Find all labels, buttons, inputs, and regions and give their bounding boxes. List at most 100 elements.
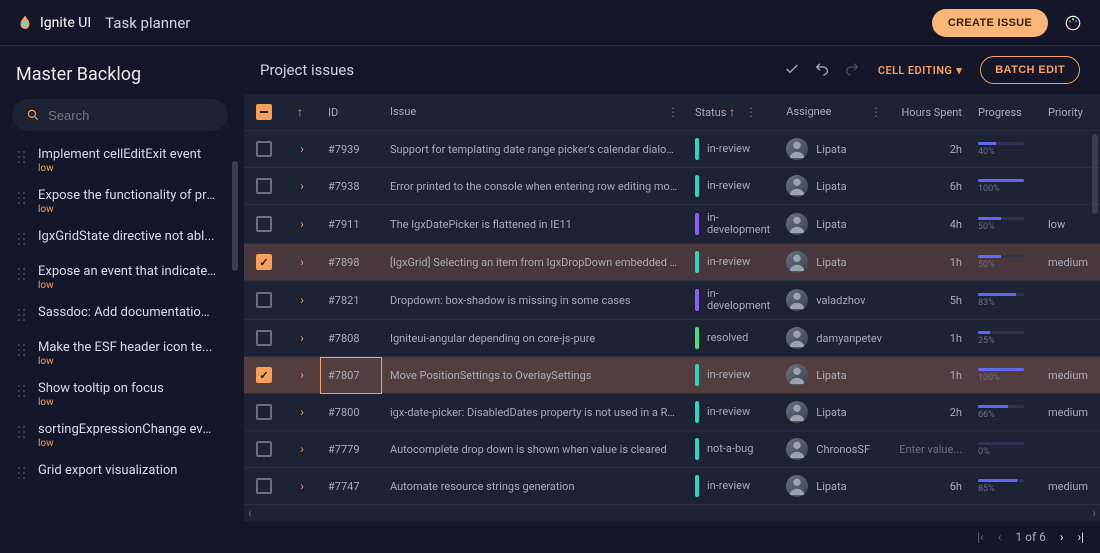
id-cell[interactable]: #7898 [320,244,382,281]
grid-scrollbar[interactable] [1092,134,1098,214]
status-cell[interactable]: resolved [695,327,770,349]
assignee-cell[interactable]: Lipata [786,364,882,386]
status-cell[interactable]: in-development [695,212,770,236]
table-row[interactable]: › #7911The IgxDatePicker is flattened in … [244,205,1100,244]
row-checkbox[interactable] [256,178,272,194]
priority-cell[interactable] [1040,320,1100,357]
backlog-item[interactable]: Expose an event that indicate...low [12,258,220,299]
undo-icon[interactable] [814,61,830,80]
expand-chevron-icon[interactable]: › [300,368,304,382]
priority-cell[interactable]: low [1040,205,1100,244]
table-row[interactable]: ›#7939Support for templating date range … [244,131,1100,168]
drag-handle-icon[interactable] [16,424,28,443]
issue-cell[interactable]: Igniteui-angular depending on core-js-pu… [382,320,687,357]
backlog-item[interactable]: sortingExpressionChange eve...low [12,416,220,457]
assignee-cell[interactable]: damyanpetev [786,327,882,349]
scroll-right-icon[interactable]: › [1092,506,1096,520]
issue-cell[interactable]: igx-date-picker: DisabledDates property … [382,394,687,431]
hours-cell[interactable]: 6h [890,168,970,205]
status-cell[interactable]: in-review [695,138,770,160]
drag-handle-icon[interactable] [16,342,28,361]
priority-cell[interactable] [1040,281,1100,320]
priority-cell[interactable]: medium [1040,244,1100,281]
expand-chevron-icon[interactable]: › [300,293,304,307]
id-cell[interactable]: #7821 [320,281,382,320]
backlog-item[interactable]: Grid export visualization [12,457,220,492]
id-cell[interactable]: #7747 [320,468,382,505]
hours-cell[interactable]: 1h [890,320,970,357]
priority-cell[interactable] [1040,431,1100,468]
status-cell[interactable]: not-a-bug [695,438,770,460]
priority-cell[interactable]: medium [1040,357,1100,394]
row-checkbox[interactable] [256,216,272,232]
row-checkbox[interactable] [256,141,272,157]
header-sort-indicator[interactable]: ↑ [284,94,320,131]
last-page-button[interactable]: ›| [1077,530,1084,544]
issue-cell[interactable]: The IgxDatePicker is flattened in IE11 [382,205,687,244]
assignee-cell[interactable]: valadzhov [786,289,882,311]
issue-cell[interactable]: Autocomplete drop down is shown when val… [382,431,687,468]
status-cell[interactable]: in-review [695,364,770,386]
backlog-item[interactable]: Implement cellEditExit eventlow [12,141,220,182]
id-cell[interactable]: #7938 [320,168,382,205]
expand-chevron-icon[interactable]: › [300,442,304,456]
id-cell[interactable]: #7800 [320,394,382,431]
table-row[interactable]: › #7800igx-date-picker: DisabledDates pro… [244,394,1100,431]
header-hours[interactable]: Hours Spent [890,94,970,131]
issue-cell[interactable]: Automate resource strings generation [382,468,687,505]
hours-cell[interactable]: 1h [890,244,970,281]
backlog-item[interactable]: Show tooltip on focuslow [12,375,220,416]
expand-chevron-icon[interactable]: › [300,142,304,156]
row-checkbox[interactable] [256,330,272,346]
status-cell[interactable]: in-review [695,475,770,497]
drag-handle-icon[interactable] [16,465,28,484]
id-cell[interactable]: #7911 [320,205,382,244]
id-cell[interactable]: #7779 [320,431,382,468]
issue-cell[interactable]: Move PositionSettings to OverlaySettings [382,357,687,394]
column-menu-icon[interactable]: ⋮ [745,105,757,119]
status-cell[interactable]: in-review [695,251,770,273]
priority-cell[interactable]: medium [1040,468,1100,505]
id-cell[interactable]: #7808 [320,320,382,357]
drag-handle-icon[interactable] [16,190,28,209]
scroll-left-icon[interactable]: ‹ [248,506,252,520]
backlog-item[interactable]: IgxGridState directive not abl... [12,223,220,258]
assignee-cell[interactable]: Lipata [786,475,882,497]
issue-cell[interactable]: Dropdown: box-shadow is missing in some … [382,281,687,320]
hours-cell[interactable]: 2h [890,131,970,168]
drag-handle-icon[interactable] [16,231,28,250]
expand-chevron-icon[interactable]: › [300,255,304,269]
drag-handle-icon[interactable] [16,383,28,402]
row-checkbox[interactable] [256,367,272,383]
header-assignee[interactable]: Assignee⋮ [778,94,890,131]
expand-chevron-icon[interactable]: › [300,331,304,345]
assignee-cell[interactable]: Lipata [786,138,882,160]
column-menu-icon[interactable]: ⋮ [667,105,679,119]
assignee-cell[interactable]: Lipata [786,213,882,235]
create-issue-button[interactable]: CREATE ISSUE [932,9,1048,37]
drag-handle-icon[interactable] [16,266,28,285]
expand-chevron-icon[interactable]: › [300,479,304,493]
header-id[interactable]: ID [320,94,382,131]
table-row[interactable]: ›#7807Move PositionSettings to OverlaySe… [244,357,1100,394]
row-checkbox[interactable] [256,441,272,457]
row-checkbox[interactable] [256,404,272,420]
assignee-cell[interactable]: Lipata [786,401,882,423]
header-progress[interactable]: Progress [970,94,1040,131]
expand-chevron-icon[interactable]: › [300,179,304,193]
expand-chevron-icon[interactable]: › [300,217,304,231]
status-cell[interactable]: in-development [695,288,770,312]
table-row[interactable]: › #7898[IgxGrid] Selecting an item from I… [244,244,1100,281]
header-status[interactable]: Status ↑⋮ [687,94,778,131]
commit-icon[interactable] [784,61,800,80]
priority-cell[interactable] [1040,168,1100,205]
row-checkbox[interactable] [256,478,272,494]
expand-chevron-icon[interactable]: › [300,405,304,419]
issue-cell[interactable]: Support for templating date range picker… [382,131,687,168]
table-row[interactable]: › #7779Autocomplete drop down is shown wh… [244,431,1100,468]
header-priority[interactable]: Priority [1040,94,1100,131]
assignee-cell[interactable]: ChronosSF [786,438,882,460]
theme-toggle-button[interactable] [1062,12,1084,34]
issue-cell[interactable]: [IgxGrid] Selecting an item from IgxDrop… [382,244,687,281]
search-input[interactable] [48,108,214,123]
